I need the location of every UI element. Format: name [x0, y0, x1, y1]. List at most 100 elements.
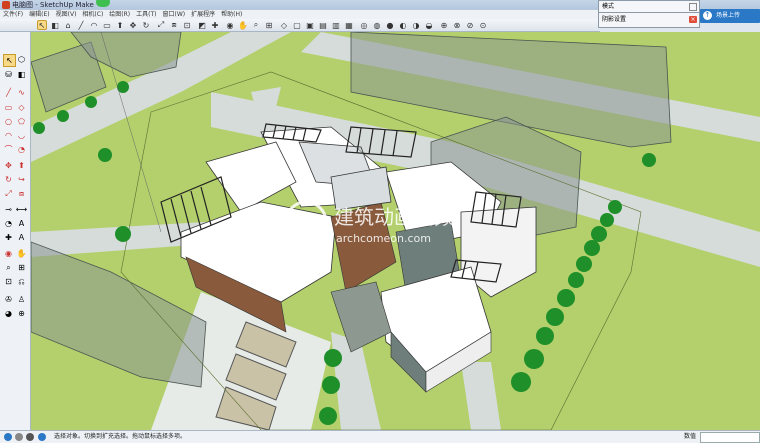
- pushpull-icon[interactable]: ⬆: [115, 20, 125, 30]
- text-icon[interactable]: ◩: [197, 20, 207, 30]
- top-view-icon[interactable]: ▢: [292, 20, 302, 30]
- eraser-icon[interactable]: ◧: [50, 20, 60, 30]
- share-icon[interactable]: ⊙: [478, 20, 488, 30]
- zoom-window-icon[interactable]: ⊞: [16, 262, 27, 273]
- zoom-tool-icon[interactable]: ⌕: [3, 262, 14, 273]
- menu-draw[interactable]: 绘图(R): [109, 10, 130, 19]
- back-view-icon[interactable]: ▥: [331, 20, 341, 30]
- window-title: 电脑图 - SketchUp Make: [12, 1, 94, 9]
- dimension-tool-icon[interactable]: ⟷: [16, 204, 27, 215]
- upload-button[interactable]: ↑ 场景上传: [700, 9, 760, 23]
- menu-edit[interactable]: 编辑(E): [29, 10, 49, 19]
- three-point-arc-icon[interactable]: ⌒: [3, 144, 14, 155]
- credits-icon[interactable]: [15, 433, 23, 441]
- polygon-tool-icon[interactable]: ⬠: [16, 116, 27, 127]
- measurements-box[interactable]: [700, 432, 760, 443]
- move-tool-icon[interactable]: ✥: [3, 160, 14, 171]
- orbit-tool-icon[interactable]: ◉: [3, 248, 14, 259]
- pie-tool-icon[interactable]: ◔: [16, 144, 27, 155]
- menu-view[interactable]: 视图(V): [56, 10, 77, 19]
- axes-icon[interactable]: ✚: [210, 20, 220, 30]
- freehand-tool-icon[interactable]: ∿: [16, 87, 27, 98]
- menu-help[interactable]: 帮助(H): [221, 10, 242, 19]
- watermark-line1: 建筑动画视频: [334, 205, 454, 229]
- orbit-icon[interactable]: ◉: [225, 20, 235, 30]
- scale-icon[interactable]: ⤢: [156, 20, 166, 30]
- rectangle-tool-icon[interactable]: ▭: [3, 102, 14, 113]
- position-camera-icon[interactable]: ✇: [3, 294, 14, 305]
- shadow-settings-panel[interactable]: 阴影设置 ×: [598, 12, 700, 28]
- eraser-tool-icon[interactable]: ◧: [16, 69, 27, 80]
- line-tool-icon[interactable]: ╱: [3, 87, 14, 98]
- menu-file[interactable]: 文件(F): [3, 10, 23, 19]
- shadow-settings-label: 阴影设置: [602, 16, 627, 23]
- mode-label: 模式: [602, 3, 615, 10]
- arc-icon[interactable]: ◠: [89, 20, 99, 30]
- xray-icon[interactable]: ◎: [359, 20, 369, 30]
- menu-tools[interactable]: 工具(T): [136, 10, 156, 19]
- notification-bubble-icon[interactable]: [96, 0, 110, 7]
- rotate-icon[interactable]: ↻: [141, 20, 151, 30]
- select-tool-icon[interactable]: ↖: [3, 54, 16, 67]
- pan-icon[interactable]: ✋: [238, 20, 248, 30]
- warehouse-icon[interactable]: ⊘: [465, 20, 475, 30]
- shapes-icon[interactable]: ▭: [102, 20, 112, 30]
- monochrome-icon[interactable]: ◒: [424, 20, 434, 30]
- look-around-icon[interactable]: ◕: [3, 308, 14, 319]
- panel-collapse-icon[interactable]: [689, 3, 697, 11]
- upload-icon: ↑: [703, 11, 712, 20]
- geo-location-icon[interactable]: [4, 433, 12, 441]
- pushpull-tool-icon[interactable]: ⬆: [16, 160, 27, 171]
- close-icon[interactable]: ×: [689, 16, 697, 23]
- two-point-arc-icon[interactable]: ◡: [16, 130, 27, 141]
- scale-tool-icon[interactable]: ⤢: [3, 188, 14, 199]
- menu-extensions[interactable]: 扩展程序: [191, 10, 215, 19]
- menu-bar: 文件(F) 编辑(E) 视图(V) 相机(C) 绘图(R) 工具(T) 窗口(W…: [0, 10, 603, 19]
- right-view-icon[interactable]: ▤: [318, 20, 328, 30]
- arc-tool-icon[interactable]: ◠: [3, 130, 14, 141]
- walk-tool-icon[interactable]: ♙: [16, 294, 27, 305]
- iso-view-icon[interactable]: ◇: [279, 20, 289, 30]
- paint-icon[interactable]: ⌂: [63, 20, 73, 30]
- text-tool-icon[interactable]: A: [16, 218, 27, 229]
- left-view-icon[interactable]: ▦: [344, 20, 354, 30]
- main-toolbar: ↖ ◧ ⌂ ╱ ◠ ▭ ⬆ ✥ ↻ ⤢ ⧈ ⊡ ◩ ✚ ◉ ✋ ⌕ ⊞ ◇ ▢ …: [0, 19, 600, 32]
- offset-tool-icon[interactable]: ⧈: [16, 188, 27, 199]
- app-icon: [2, 1, 10, 9]
- status-bar: 选择对象。切换到扩充选择。拖动鼠标选择多项。 数值: [0, 430, 760, 443]
- zoom-icon[interactable]: ⌕: [251, 20, 261, 30]
- zoom-extents-tool-icon[interactable]: ⊡: [3, 276, 14, 287]
- textured-icon[interactable]: ◑: [411, 20, 421, 30]
- offset-icon[interactable]: ⧈: [169, 20, 179, 30]
- help-icon[interactable]: [26, 433, 34, 441]
- followme-tool-icon[interactable]: ↪: [16, 174, 27, 185]
- hidden-line-icon[interactable]: ●: [385, 20, 395, 30]
- wireframe-icon[interactable]: ◍: [372, 20, 382, 30]
- components-icon[interactable]: ⊗: [452, 20, 462, 30]
- tape-icon[interactable]: ⊡: [182, 20, 192, 30]
- tape-tool-icon[interactable]: ⊸: [3, 204, 14, 215]
- line-icon[interactable]: ╱: [76, 20, 86, 30]
- menu-camera[interactable]: 相机(C): [82, 10, 103, 19]
- shaded-icon[interactable]: ◐: [398, 20, 408, 30]
- select-icon[interactable]: ↖: [37, 20, 47, 30]
- measurements-label: 数值: [684, 433, 697, 440]
- section-icon[interactable]: ⊕: [439, 20, 449, 30]
- 3d-text-tool-icon[interactable]: Ａ: [16, 232, 27, 243]
- pan-tool-icon[interactable]: ✋: [16, 248, 27, 259]
- watermark-logo-letters: H: [298, 211, 315, 236]
- move-icon[interactable]: ✥: [128, 20, 138, 30]
- paint-bucket-icon[interactable]: ⛁: [3, 69, 14, 80]
- instructor-icon[interactable]: [38, 433, 46, 441]
- rotated-rect-icon[interactable]: ◇: [16, 102, 27, 113]
- component-tool-icon[interactable]: ⬡: [16, 54, 27, 65]
- circle-tool-icon[interactable]: ○: [3, 116, 14, 127]
- menu-window[interactable]: 窗口(W): [163, 10, 186, 19]
- zoom-extents-icon[interactable]: ⊞: [264, 20, 274, 30]
- axes-tool-icon[interactable]: ✚: [3, 232, 14, 243]
- section-plane-icon[interactable]: ⊕: [16, 308, 27, 319]
- front-view-icon[interactable]: ▣: [305, 20, 315, 30]
- previous-view-icon[interactable]: ⎌: [16, 276, 27, 287]
- rotate-tool-icon[interactable]: ↻: [3, 174, 14, 185]
- protractor-tool-icon[interactable]: ◔: [3, 218, 14, 229]
